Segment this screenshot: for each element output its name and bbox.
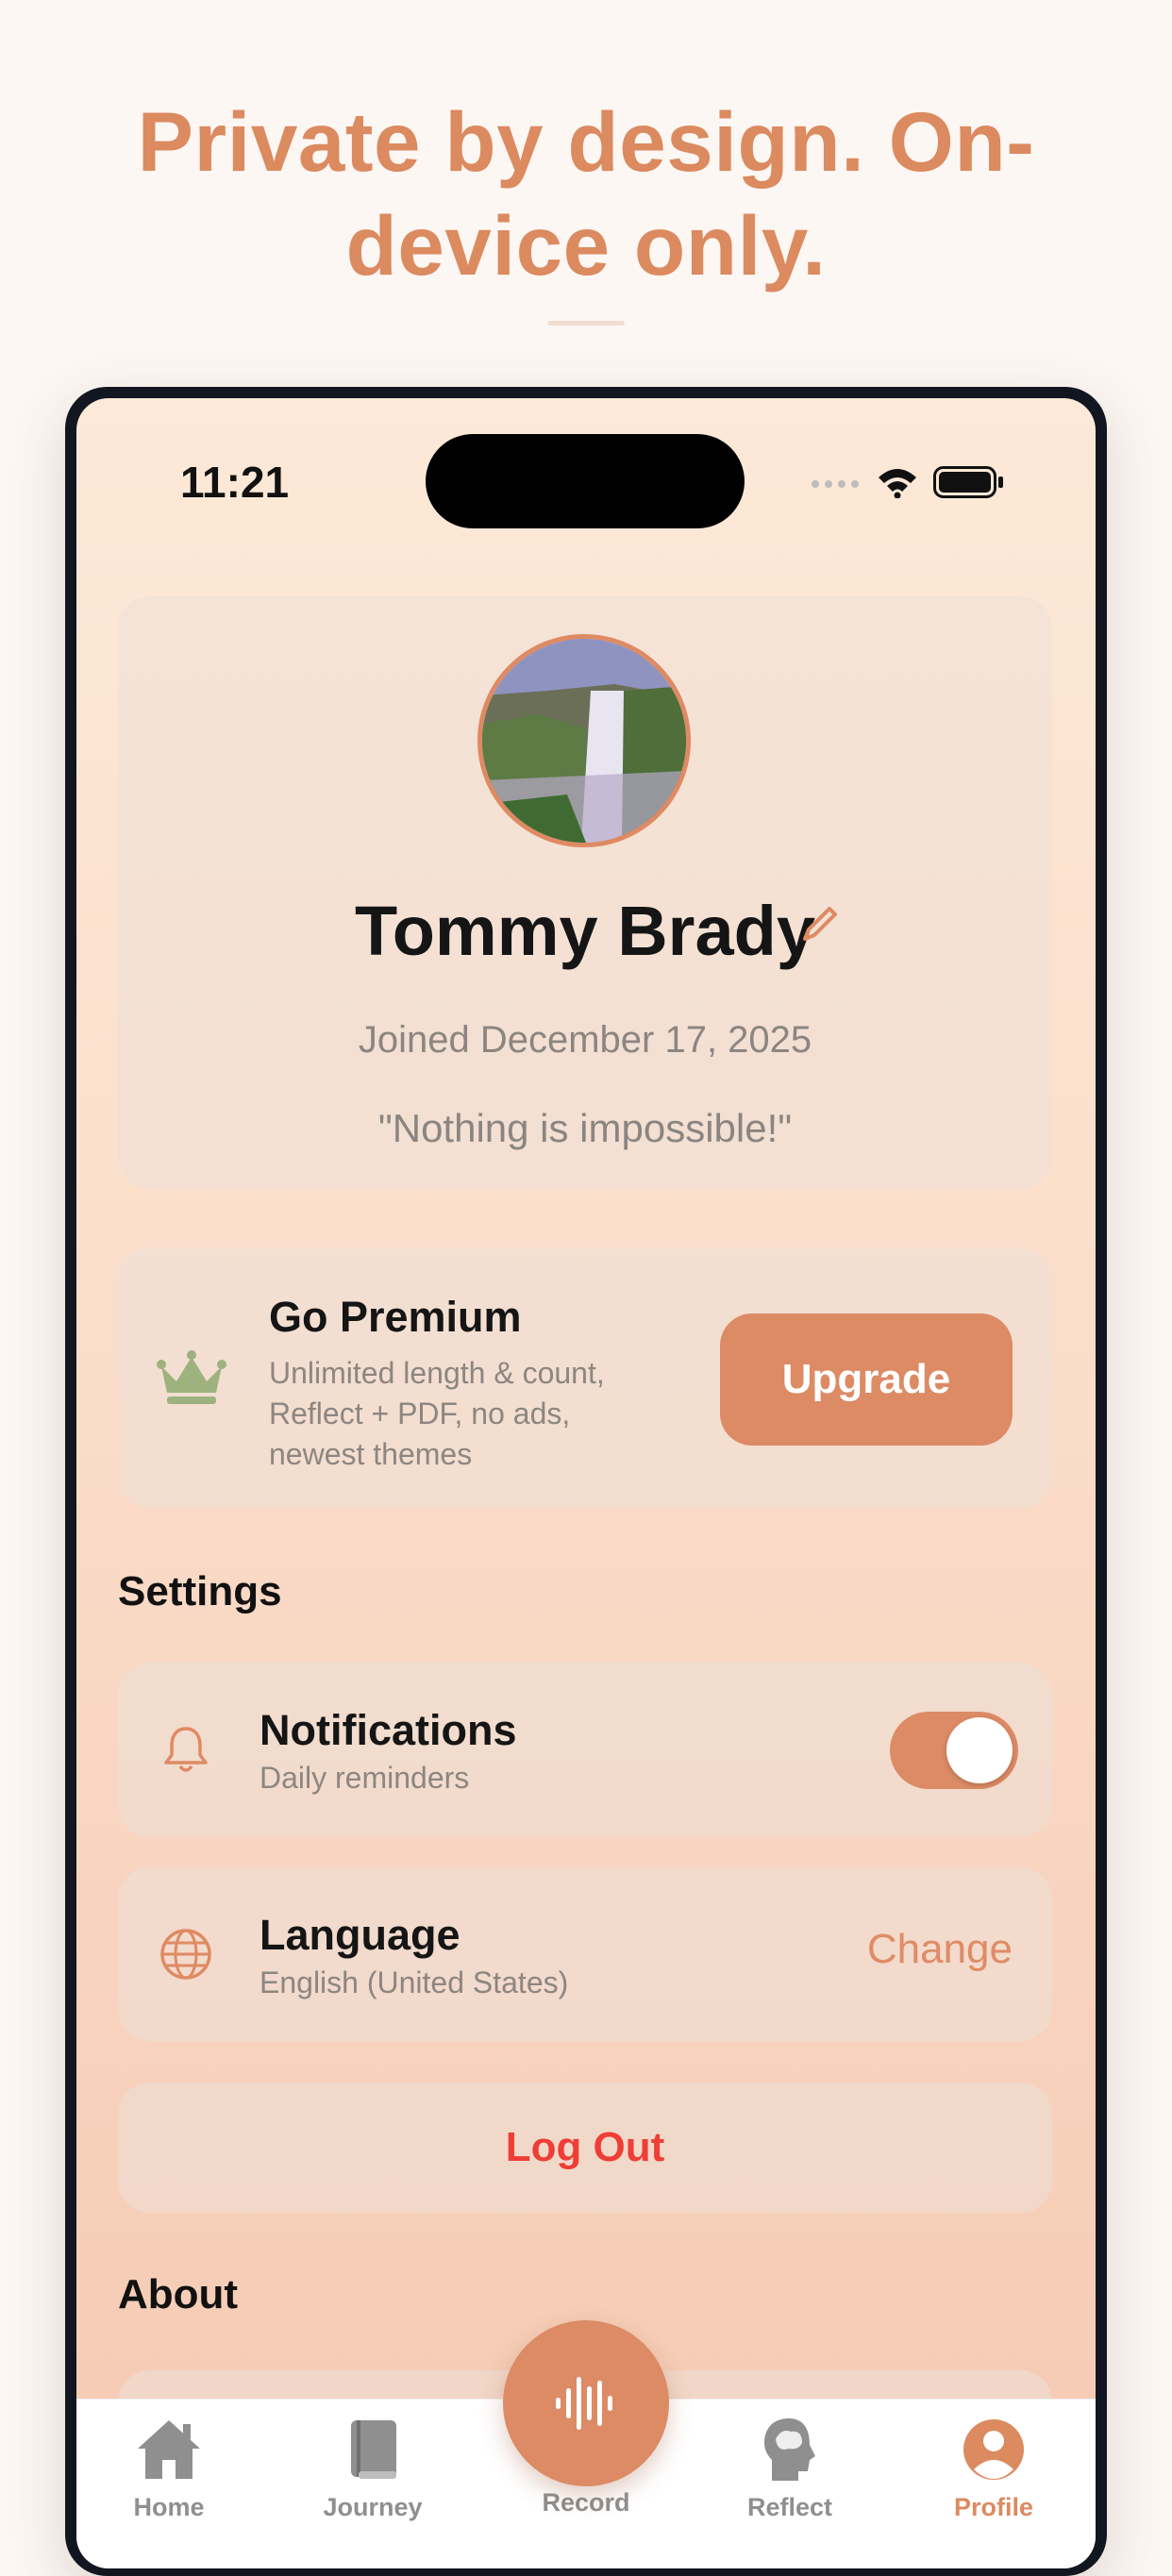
profile-name: Tommy Brady [355,892,815,970]
profile-quote: "Nothing is impossible!" [377,1106,793,1150]
premium-title: Go Premium [269,1293,522,1341]
tab-journey[interactable]: Journey [288,2417,458,2522]
bell-icon [164,1727,208,1772]
notifications-subtitle: Daily reminders [260,1761,470,1795]
headline-line-2: device only. [345,198,827,293]
about-heading: About [118,2271,239,2317]
home-icon [138,2420,200,2479]
book-icon [351,2420,396,2479]
tab-journey-label: Journey [323,2493,423,2521]
headline-line-1: Private by design. On- [137,94,1035,189]
notifications-title: Notifications [260,1706,517,1754]
tab-profile-label: Profile [953,2493,1034,2521]
dynamic-island [426,434,745,528]
premium-description: Unlimited length & count, Reflect + PDF,… [269,1356,605,1471]
profile-card: Tommy Brady Joined December 17, 2025 "No… [118,596,1052,1189]
pencil-icon[interactable] [799,903,841,945]
wifi-icon [879,469,916,498]
phone-screen: 11:21 Tommy Brady Joined December 17, 20… [76,398,1096,2568]
brain-head-icon [764,2418,815,2481]
record-button[interactable] [503,2320,669,2486]
signal-icon [812,480,859,488]
status-icons [811,466,1005,498]
waveform-icon [556,2377,612,2430]
change-language-link[interactable]: Change [867,1926,1013,1973]
notifications-toggle[interactable] [890,1712,1018,1789]
tab-home-label: Home [133,2493,205,2521]
globe-icon [160,1929,211,1980]
language-subtitle: English (United States) [260,1965,569,1999]
language-title: Language [260,1911,460,1959]
language-row[interactable]: Language English (United States) Change [118,1867,1052,2041]
profile-icon [963,2419,1024,2480]
upgrade-button[interactable]: Upgrade [720,1313,1013,1446]
tab-profile[interactable]: Profile [909,2417,1079,2522]
toggle-knob [946,1717,1013,1783]
premium-card: Go Premium Unlimited length & count, Ref… [118,1247,1052,1508]
tab-home[interactable]: Home [84,2417,254,2522]
tab-reflect-label: Reflect [746,2493,833,2521]
tab-reflect[interactable]: Reflect [705,2417,875,2522]
tab-record-label: Record [542,2488,630,2517]
joined-date: Joined December 17, 2025 [358,1019,812,1061]
headline-divider [547,321,625,326]
settings-heading: Settings [118,1568,282,1614]
notifications-row[interactable]: Notifications Daily reminders [118,1663,1052,1836]
phone-frame: 11:21 Tommy Brady Joined December 17, 20… [65,387,1107,2576]
battery-icon [933,466,1003,498]
marketing-headline: Private by design. On- device only. [57,90,1115,297]
crown-icon [157,1350,226,1404]
waterfall-photo [482,639,686,843]
avatar[interactable] [477,634,691,847]
logout-button[interactable]: Log Out [118,2083,1052,2213]
status-time: 11:21 [180,458,290,507]
